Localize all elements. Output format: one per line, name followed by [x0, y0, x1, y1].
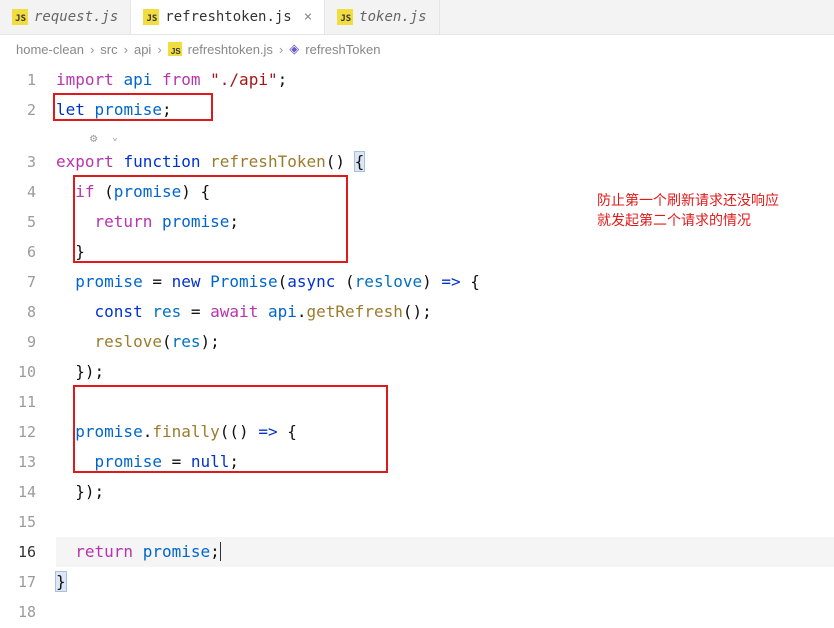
breadcrumb: home-clean › src › api › JS refreshtoken…	[0, 35, 834, 63]
code-line[interactable]	[56, 507, 834, 537]
code-lens-row[interactable]: ⚙⌄	[56, 125, 834, 147]
debug-icon[interactable]: ⚙	[90, 127, 97, 149]
code-line[interactable]: return promise;	[56, 537, 834, 567]
line-number: 2	[0, 95, 36, 125]
code-line[interactable]: let promise;	[56, 95, 834, 125]
code-line[interactable]: import api from "./api";	[56, 65, 834, 95]
line-number: 12	[0, 417, 36, 447]
editor-area[interactable]: 1 2 3 4 5 6 7 8 9 10 11 12 13 14 15 16 1…	[0, 63, 834, 628]
tab-token-js[interactable]: JS token.js	[325, 0, 439, 34]
code-line[interactable]: promise = null;	[56, 447, 834, 477]
line-number: 4	[0, 177, 36, 207]
code-line[interactable]	[56, 387, 834, 417]
line-number: 13	[0, 447, 36, 477]
line-number: 1	[0, 65, 36, 95]
code-line[interactable]	[56, 597, 834, 627]
tab-label: token.js	[359, 9, 426, 25]
code-line[interactable]: }	[56, 567, 834, 597]
line-number: 8	[0, 297, 36, 327]
chevron-right-icon: ›	[124, 42, 128, 57]
tab-refreshtoken-js[interactable]: JS refreshtoken.js ×	[131, 0, 325, 34]
code-line[interactable]: promise.finally(() => {	[56, 417, 834, 447]
chevron-right-icon: ›	[157, 42, 161, 57]
chevron-right-icon: ›	[279, 42, 283, 57]
code-line[interactable]: const res = await api.getRefresh();	[56, 297, 834, 327]
code-line[interactable]: export function refreshToken() {	[56, 147, 834, 177]
code-line[interactable]: });	[56, 477, 834, 507]
code-area[interactable]: import api from "./api"; let promise; ⚙⌄…	[56, 63, 834, 628]
close-icon[interactable]: ×	[304, 9, 312, 25]
code-line[interactable]: reslove(res);	[56, 327, 834, 357]
line-number: 6	[0, 237, 36, 267]
tab-request-js[interactable]: JS request.js	[0, 0, 131, 34]
tabs-bar: JS request.js JS refreshtoken.js × JS to…	[0, 0, 834, 35]
text-cursor	[220, 542, 221, 561]
tab-label: refreshtoken.js	[165, 9, 291, 25]
line-number: 7	[0, 267, 36, 297]
js-icon: JS	[12, 9, 28, 25]
line-number: 18	[0, 597, 36, 627]
breadcrumb-segment[interactable]: home-clean	[16, 42, 84, 57]
annotation-text: 防止第一个刷新请求还没响应 就发起第二个请求的情况	[597, 191, 779, 230]
js-icon: JS	[337, 9, 353, 25]
line-number: 9	[0, 327, 36, 357]
line-number: 14	[0, 477, 36, 507]
breadcrumb-symbol[interactable]: refreshToken	[305, 42, 380, 57]
line-number-gutter: 1 2 3 4 5 6 7 8 9 10 11 12 13 14 15 16 1…	[0, 63, 56, 628]
breadcrumb-segment[interactable]: api	[134, 42, 151, 57]
chevron-right-icon: ›	[90, 42, 94, 57]
breadcrumb-segment[interactable]: refreshtoken.js	[188, 42, 273, 57]
line-number: 5	[0, 207, 36, 237]
tab-label: request.js	[34, 9, 118, 25]
code-line[interactable]: });	[56, 357, 834, 387]
chevron-down-icon[interactable]: ⌄	[112, 127, 118, 149]
line-number: 11	[0, 387, 36, 417]
line-number: 10	[0, 357, 36, 387]
code-line[interactable]: }	[56, 237, 834, 267]
breadcrumb-segment[interactable]: src	[100, 42, 117, 57]
line-number: 17	[0, 567, 36, 597]
js-icon: JS	[168, 42, 182, 56]
line-number: 3	[0, 147, 36, 177]
js-icon: JS	[143, 9, 159, 25]
cube-icon: ◈	[289, 41, 299, 57]
line-number: 16	[0, 537, 36, 567]
line-number: 15	[0, 507, 36, 537]
code-line[interactable]: promise = new Promise(async (reslove) =>…	[56, 267, 834, 297]
